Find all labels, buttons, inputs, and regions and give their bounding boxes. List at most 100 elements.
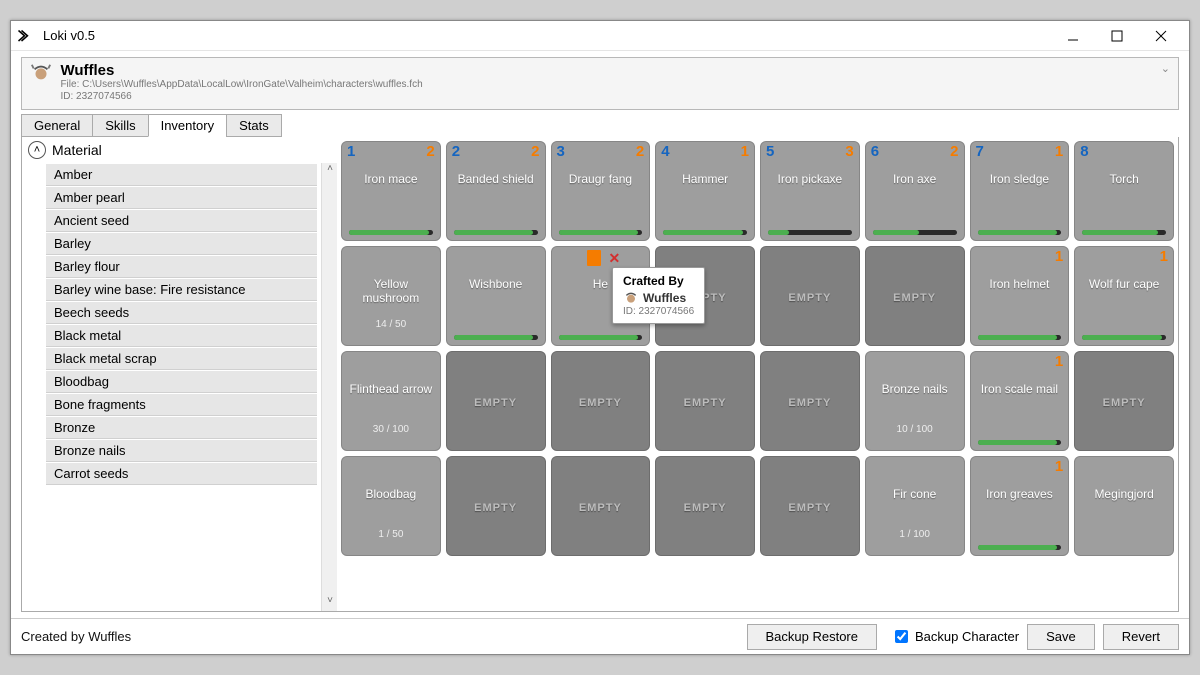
durability-bar [873,230,957,235]
list-item[interactable]: Barley [46,233,317,255]
inventory-slot[interactable]: 32Draugr fang [551,141,651,241]
durability-bar [978,440,1062,445]
inventory-slot-empty[interactable]: EMPTY [551,456,651,556]
inventory-slot-empty[interactable]: EMPTY [655,456,755,556]
quality-badge: 1 [1055,143,1063,160]
item-name: Iron helmet [987,278,1051,292]
app-icon [17,29,35,43]
inventory-slot[interactable]: 53Iron pickaxe [760,141,860,241]
list-item[interactable]: Bronze [46,417,317,439]
item-name: EMPTY [682,502,729,515]
inventory-slot-empty[interactable]: EMPTY [446,456,546,556]
inventory-slot-empty[interactable]: EMPTY [551,351,651,451]
quality-badge: 1 [1055,248,1063,265]
material-list: AmberAmber pearlAncient seedBarleyBarley… [22,163,321,611]
list-item[interactable]: Ancient seed [46,210,317,232]
list-item[interactable]: Bronze nails [46,440,317,462]
durability-bar [978,230,1062,235]
inventory-slot[interactable]: 1Iron greaves [970,456,1070,556]
inventory-slot-empty[interactable]: EMPTY [655,351,755,451]
list-item[interactable]: Beech seeds [46,302,317,324]
accordion-material[interactable]: ˄ Material [22,137,337,163]
inventory-slot[interactable]: 8 Torch [1074,141,1174,241]
inventory-slot[interactable]: 1 Iron helmet [970,246,1070,346]
inventory-slot[interactable]: 71Iron sledge [970,141,1070,241]
inventory-slot[interactable]: Fir cone1 / 100 [865,456,965,556]
hotbar-number: 4 [661,143,669,160]
inventory-slot[interactable]: 12Iron mace [341,141,441,241]
close-button[interactable] [1139,21,1183,51]
inventory-slot[interactable]: Yellow mushroom14 / 50 [341,246,441,346]
scroll-down-icon[interactable]: ˅ [322,595,337,611]
list-item[interactable]: Carrot seeds [46,463,317,485]
inventory-slot[interactable]: Bronze nails10 / 100 [865,351,965,451]
window-title: Loki v0.5 [43,28,95,43]
inventory-slot-empty[interactable]: EMPTY [1074,351,1174,451]
item-name: Torch [1107,173,1140,187]
tab-skills[interactable]: Skills [92,114,148,137]
list-item[interactable]: Barley flour [46,256,317,278]
list-item[interactable]: Black metal scrap [46,348,317,370]
inventory-slot[interactable]: 62Iron axe [865,141,965,241]
item-name: He [591,278,610,292]
durability-bar [349,230,433,235]
inventory-slot[interactable]: Bloodbag1 / 50 [341,456,441,556]
list-item[interactable]: Amber [46,164,317,186]
item-name: EMPTY [1101,397,1148,410]
inventory-slot[interactable]: 4 1 Hammer [655,141,755,241]
hotbar-number: 3 [557,143,565,160]
tab-stats[interactable]: Stats [226,114,282,137]
inventory-slot-empty[interactable]: EMPTY [760,246,860,346]
character-file: File: C:\Users\Wuffles\AppData\LocalLow\… [60,79,422,91]
inventory-slot[interactable]: 1Iron scale mail [970,351,1070,451]
inventory-slot[interactable]: Flinthead arrow30 / 100 [341,351,441,451]
durability-bar [454,335,538,340]
list-item[interactable]: Black metal [46,325,317,347]
inventory-slot[interactable]: Megingjord [1074,456,1174,556]
durability-bar [1082,230,1166,235]
viking-icon [623,290,639,306]
inventory-slot-empty[interactable]: EMPTY [865,246,965,346]
viking-icon [30,62,52,84]
list-item[interactable]: Amber pearl [46,187,317,209]
durability-bar [559,230,643,235]
chevron-down-icon[interactable]: ⌄ [1161,62,1170,75]
tab-general[interactable]: General [21,114,93,137]
list-item[interactable]: Bloodbag [46,371,317,393]
hotbar-number: 6 [871,143,879,160]
inventory-slot-empty[interactable]: EMPTY [760,351,860,451]
revert-button[interactable]: Revert [1103,624,1179,650]
character-panel[interactable]: Wuffles File: C:\Users\Wuffles\AppData\L… [21,57,1179,110]
quality-badge: 1 [1055,458,1063,475]
scrollbar[interactable]: ˄ ˅ [321,163,337,611]
inventory-grid: 12Iron mace22Banded shield32Draugr fang4… [337,137,1178,611]
item-name: Hammer [680,173,730,187]
item-name: Draugr fang [567,173,634,187]
list-item[interactable]: Bone fragments [46,394,317,416]
stack-count: 10 / 100 [897,424,933,435]
backup-character-input[interactable] [895,630,908,643]
item-name: EMPTY [472,502,519,515]
tab-inventory[interactable]: Inventory [148,114,227,137]
item-name: EMPTY [472,397,519,410]
maximize-button[interactable] [1095,21,1139,51]
titlebar: Loki v0.5 [11,21,1189,51]
minimize-button[interactable] [1051,21,1095,51]
item-name: Bloodbag [364,488,419,502]
stack-count: 14 / 50 [376,319,407,330]
hotbar-number: 8 [1080,143,1088,160]
list-item[interactable]: Barley wine base: Fire resistance [46,279,317,301]
inventory-slot[interactable]: 1Wolf fur cape [1074,246,1174,346]
quality-badge: 1 [741,143,749,160]
item-name: EMPTY [891,292,938,305]
inventory-slot-empty[interactable]: EMPTY [760,456,860,556]
inventory-slot[interactable]: Wishbone [446,246,546,346]
scroll-up-icon[interactable]: ˄ [322,163,337,179]
crafted-by-tooltip: Crafted By Wuffles ID: 2327074566 [612,267,705,324]
save-button[interactable]: Save [1027,624,1095,650]
durability-bar [454,230,538,235]
inventory-slot[interactable]: 22Banded shield [446,141,546,241]
inventory-slot-empty[interactable]: EMPTY [446,351,546,451]
backup-restore-button[interactable]: Backup Restore [747,624,878,650]
backup-character-checkbox[interactable]: Backup Character [891,627,1019,646]
